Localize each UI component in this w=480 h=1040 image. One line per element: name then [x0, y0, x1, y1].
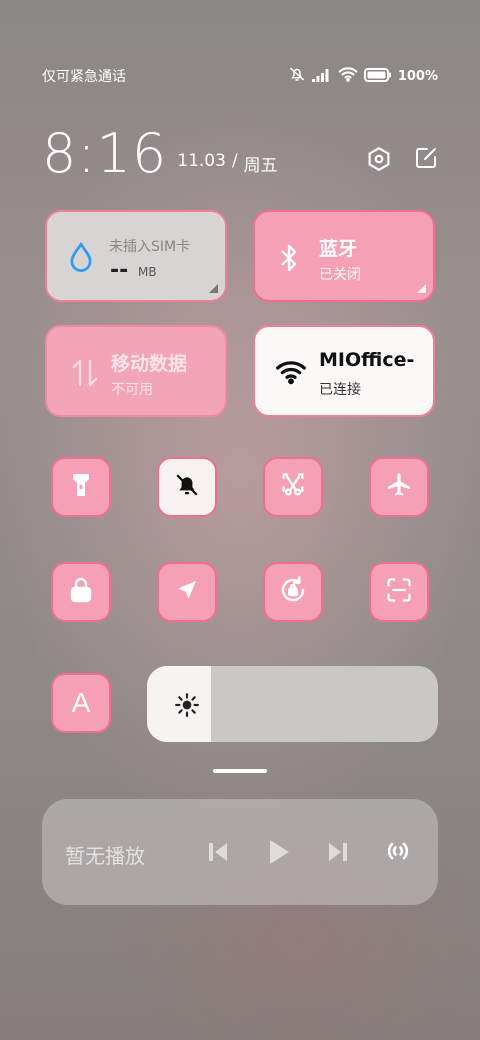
- scan-icon: [385, 576, 413, 608]
- date-separator: /: [231, 151, 238, 171]
- wifi-status: 已连接: [319, 382, 361, 398]
- data-arrows-icon: [71, 357, 99, 393]
- next-icon[interactable]: [328, 841, 348, 867]
- location-icon: [175, 578, 199, 606]
- sim-status: 未插入SIM卡: [109, 239, 191, 255]
- screenshot-toggle[interactable]: [263, 457, 323, 517]
- expand-corner: [417, 284, 426, 293]
- signal-icon: [311, 67, 332, 86]
- mobile-data-title: 移动数据: [111, 353, 188, 375]
- data-value: --: [110, 258, 129, 283]
- date-weekday: 周五: [243, 156, 278, 176]
- scissors-icon: [279, 471, 307, 503]
- settings-icon[interactable]: [366, 146, 392, 176]
- sun-icon: [174, 692, 200, 722]
- date-day: 11.03: [177, 151, 226, 171]
- wifi-icon: [275, 359, 307, 389]
- media-status: 暂无播放: [65, 844, 145, 868]
- wifi-tile[interactable]: MIOffice- 已连接: [253, 325, 435, 417]
- clock: 8:16: [42, 122, 168, 185]
- battery-icon: [363, 67, 392, 86]
- bell-off-icon: [174, 472, 200, 502]
- expand-corner: [209, 284, 218, 293]
- cast-icon[interactable]: [384, 837, 412, 869]
- flashlight-icon: [70, 472, 92, 502]
- brightness-slider[interactable]: [147, 666, 438, 742]
- rotation-lock-toggle[interactable]: [263, 562, 323, 622]
- edit-icon[interactable]: [414, 146, 438, 176]
- lock-icon: [69, 577, 93, 607]
- airplane-icon: [385, 471, 413, 503]
- data-unit: MB: [138, 265, 157, 279]
- bluetooth-tile[interactable]: 蓝牙 已关闭: [253, 210, 435, 302]
- carrier-status: 仅可紧急通话: [42, 69, 126, 85]
- bluetooth-title: 蓝牙: [319, 238, 358, 260]
- wifi-status-icon: [338, 66, 358, 86]
- status-bar: 仅可紧急通话 100%: [42, 64, 438, 88]
- lock-toggle[interactable]: [51, 562, 111, 622]
- rotation-lock-icon: [278, 575, 308, 609]
- mobile-data-tile[interactable]: 移动数据 不可用: [45, 325, 227, 417]
- bluetooth-status: 已关闭: [319, 267, 361, 283]
- battery-percent: 100%: [397, 68, 438, 84]
- scanner-toggle[interactable]: [369, 562, 429, 622]
- mute-icon: [288, 65, 306, 87]
- drag-handle[interactable]: [213, 769, 267, 773]
- drop-icon: [67, 241, 95, 278]
- wifi-network-name: MIOffice-: [319, 349, 415, 371]
- flashlight-toggle[interactable]: [51, 457, 111, 517]
- clock-row: 8:16 11.03 / 周五: [42, 122, 438, 182]
- auto-brightness-label: A: [71, 687, 91, 718]
- auto-brightness-button[interactable]: A: [51, 673, 111, 733]
- data-usage-tile[interactable]: 未插入SIM卡 -- MB: [45, 210, 227, 302]
- header-icons: [366, 146, 438, 176]
- media-player: 暂无播放: [42, 799, 438, 905]
- bluetooth-icon: [279, 242, 299, 278]
- mobile-data-status: 不可用: [111, 382, 153, 398]
- previous-icon[interactable]: [208, 841, 228, 867]
- status-icons: 100%: [288, 65, 438, 87]
- airplane-toggle[interactable]: [369, 457, 429, 517]
- play-icon[interactable]: [268, 839, 290, 869]
- date: 11.03 / 周五: [177, 151, 277, 176]
- mute-toggle[interactable]: [157, 457, 217, 517]
- location-toggle[interactable]: [157, 562, 217, 622]
